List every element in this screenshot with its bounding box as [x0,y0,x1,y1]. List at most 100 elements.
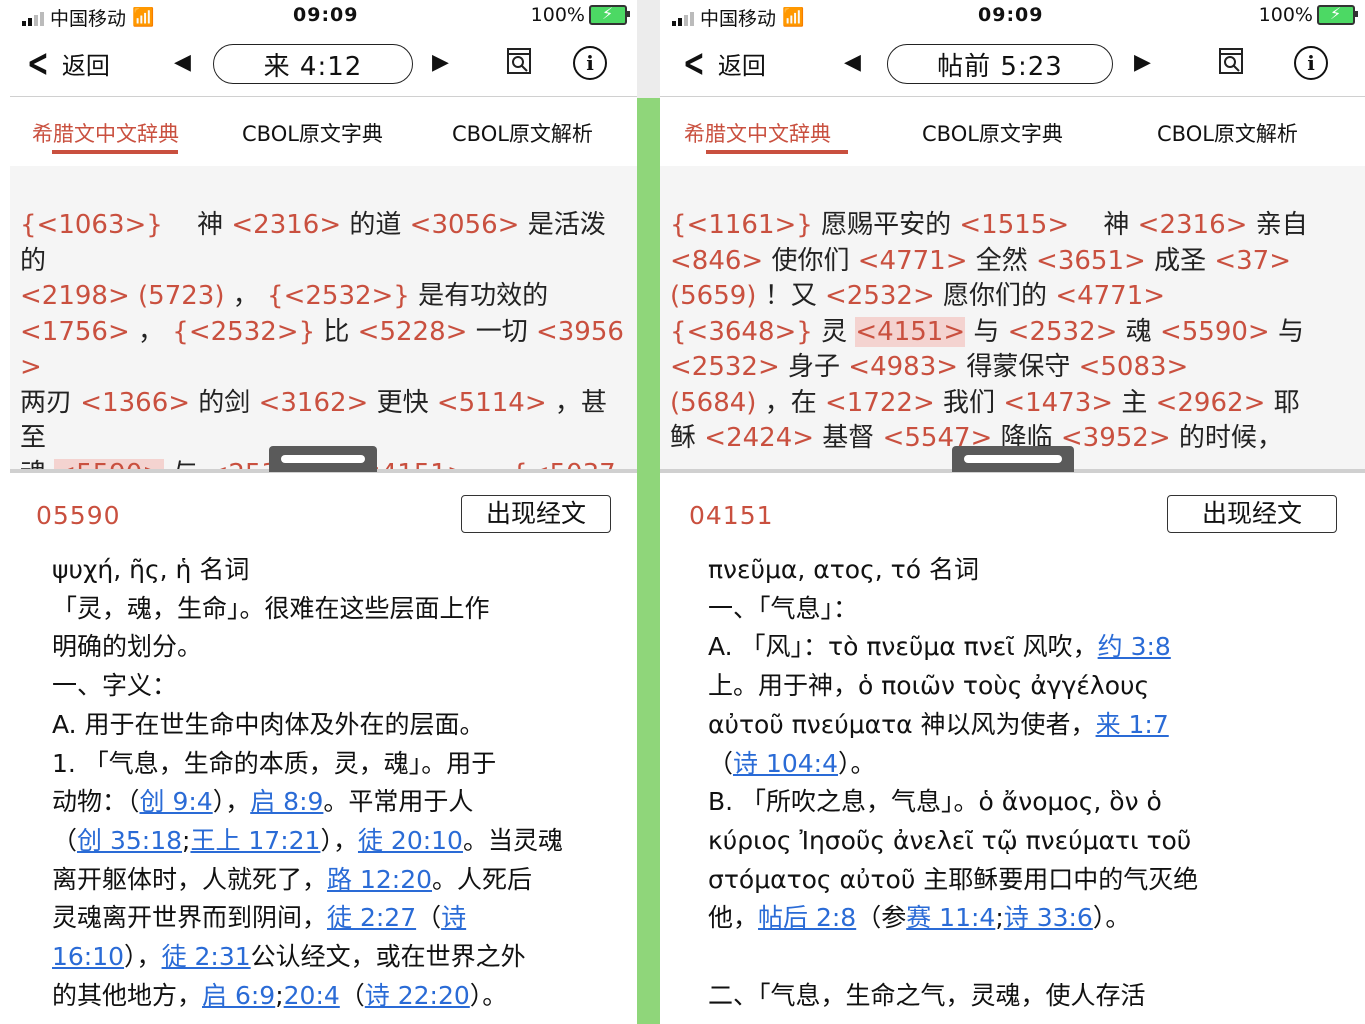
scripture-link[interactable]: 创 9:4 [140,787,213,816]
strong-number-link[interactable]: <5114> [437,388,547,418]
strong-number-link[interactable]: {<1161>} [670,210,813,240]
scripture-link[interactable]: 帖后 2:8 [758,903,856,932]
scripture-link[interactable]: 约 3:8 [1098,632,1171,661]
scripture-link[interactable]: 诗 104:4 [733,749,838,778]
strong-number-link[interactable]: (5659) [670,281,756,311]
strong-number-link[interactable]: <2532> [825,281,935,311]
definition-text-run: B. 「所吹之息，气息」。ὁ ἄνομος, ὃν ὁ [708,787,1162,817]
scripture-link[interactable]: 诗 33:6 [1004,903,1093,932]
verse-word: 两刃 [20,387,73,418]
strong-number-link[interactable]: <4771> [1055,281,1165,311]
strong-number-link[interactable]: <4983> [848,352,958,382]
scripture-link[interactable]: 路 12:20 [327,865,432,894]
verse-word: 与 [973,316,1000,347]
strong-number-link[interactable]: {<2532>} [172,317,315,347]
strong-number-link[interactable]: (5684) [670,388,756,418]
info-icon[interactable]: i [573,46,607,80]
prev-verse-button[interactable]: ◀ [174,50,191,75]
verse-word: 比 [323,316,350,347]
back-button[interactable]: < 返回 [678,44,766,82]
verse-word: 的剑 [198,387,251,418]
scripture-link[interactable]: 20:4 [284,981,340,1010]
strong-number-link[interactable]: <5228> [358,317,468,347]
scripture-link[interactable]: 启 8:9 [250,787,323,816]
scripture-link[interactable]: 启 6:9 [202,981,275,1010]
definition-text-run: （ [708,748,734,778]
strong-number-link[interactable]: <2316> [231,210,341,240]
search-page-icon[interactable] [1216,46,1246,76]
verse-ref-button[interactable]: 来 4:12 [213,44,413,84]
definition-text-run: κύριος Ἰησοῦς ἀνελεῖ τῷ πνεύματι τοῦ [708,825,1192,855]
info-icon[interactable]: i [1294,46,1328,80]
strong-number-link[interactable]: <5083> [1079,352,1189,382]
definition-text-run: ψυχή, ῆς, ἡ 名词 [52,555,250,584]
next-verse-button[interactable]: ▶ [432,50,449,75]
definition-text: πνεῦμα, ατος, τό 名词 一、「气息」： A. 「风」：τὸ πνεῦ… [708,551,1347,1015]
definition-text-run: 二、「气息，生命之气，灵魂，使人存活 [708,980,1146,1010]
strong-number-link[interactable]: <3056> [410,210,520,240]
prev-verse-button[interactable]: ◀ [844,50,861,75]
strong-number-link[interactable]: <4771> [858,246,968,276]
strong-number-link[interactable]: <1722> [825,388,935,418]
strong-number-link[interactable]: <2198> [20,281,130,311]
verse-line: (5684) ，在 <1722> 我们 <1473> 主 <2962> 耶 [670,386,1357,422]
next-verse-button[interactable]: ▶ [1134,50,1151,75]
carrier-name: 中国移动 [700,8,777,30]
scripture-link[interactable]: 王上 17:21 [190,826,320,855]
strong-number-link[interactable]: <1366> [80,388,190,418]
scripture-link[interactable]: 诗 22:20 [365,981,470,1010]
strong-number-link-selected[interactable]: <4151> [855,316,966,347]
nav-bar: < 返回 ◀ 帖前 5:23 ▶ i [660,36,1365,97]
scripture-link[interactable]: 创 35:18 [77,826,182,855]
tab-greek-chinese-dict[interactable]: 希腊文中文辞典 [32,118,179,148]
scripture-link[interactable]: 来 1:7 [1096,710,1169,739]
strong-number-link[interactable]: <3162> [259,388,369,418]
strong-number-link[interactable]: <846> [670,246,763,276]
verse-ref-button[interactable]: 帖前 5:23 [887,44,1113,84]
strong-number-link[interactable]: <2424> [704,423,814,453]
strong-number-link[interactable]: <2532> [670,352,780,382]
search-page-icon[interactable] [504,46,534,76]
verse-line: <1756> ， {<2532>} 比 <5228> 一切 <3956> [20,315,629,386]
strong-number-link[interactable]: (5723) [138,281,224,311]
strong-number-link[interactable]: <3952> [1061,423,1171,453]
occurrences-button[interactable]: 出现经文 [1167,495,1337,533]
strong-number-link-selected[interactable]: <5590> [54,458,165,469]
tab-cbol-analysis[interactable]: CBOL原文解析 [452,118,593,148]
definition-text-run: ）。 [469,980,508,1010]
scripture-link[interactable]: 赛 11:4 [906,903,995,932]
strong-number-link[interactable]: <3651> [1036,246,1146,276]
scripture-link[interactable]: 徒 20:10 [358,826,463,855]
strong-number-link[interactable]: <37> [1214,246,1291,276]
scripture-link[interactable]: 诗 [441,903,466,932]
right-panel: 中国移动 📶 09:09 100% ⚡ < 返回 ◀ 帖前 5:23 ▶ i 希… [660,0,1365,1024]
wifi-icon: 📶 [782,7,805,28]
tab-cbol-dict[interactable]: CBOL原文字典 [242,118,383,148]
split-drag-handle[interactable] [952,446,1074,472]
definition-line: στόματος αὐτοῦ 主耶稣要用口中的气灭绝 [708,861,1347,900]
strong-number-link[interactable]: <2532> [1008,317,1118,347]
entry-pane: 05590 出现经文 ψυχή, ῆς, ἡ 名词 「灵，魂，生命」。很难在这些层… [10,473,637,1024]
tab-greek-chinese-dict[interactable]: 希腊文中文辞典 [684,118,831,148]
strong-number-link[interactable]: <5590> [1160,317,1270,347]
strong-number-link[interactable]: {<1063>} [20,210,163,240]
tab-bar: 希腊文中文辞典 CBOL原文字典 CBOL原文解析 [660,98,1365,164]
scripture-link[interactable]: 徒 2:27 [327,903,416,932]
strong-number-link[interactable]: <2962> [1156,388,1266,418]
scripture-link[interactable]: 徒 2:31 [162,942,251,971]
strong-number-link[interactable]: <1473> [1003,388,1113,418]
strong-number-link[interactable]: {<2532>} [267,281,410,311]
tab-cbol-analysis[interactable]: CBOL原文解析 [1157,118,1298,148]
definition-text-run: A. 「风」：τὸ πνεῦμα πνεῖ 风吹， [708,632,1098,662]
verse-line: <2198> (5723) ， {<2532>} 是有功效的 [20,279,629,315]
strong-number-link[interactable]: <1515> [959,210,1069,240]
scripture-link[interactable]: 16:10 [52,942,124,971]
strong-number-link[interactable]: <2316> [1138,210,1248,240]
strong-number-link[interactable]: <1756> [20,317,130,347]
back-button[interactable]: < 返回 [22,44,110,82]
split-drag-handle[interactable] [269,446,377,472]
occurrences-button[interactable]: 出现经文 [461,495,611,533]
strong-number-link[interactable]: {<3648>} [670,317,813,347]
definition-line: 16:10），徒 2:31公认经文，或在世界之外 [52,938,619,977]
tab-cbol-dict[interactable]: CBOL原文字典 [922,118,1063,148]
